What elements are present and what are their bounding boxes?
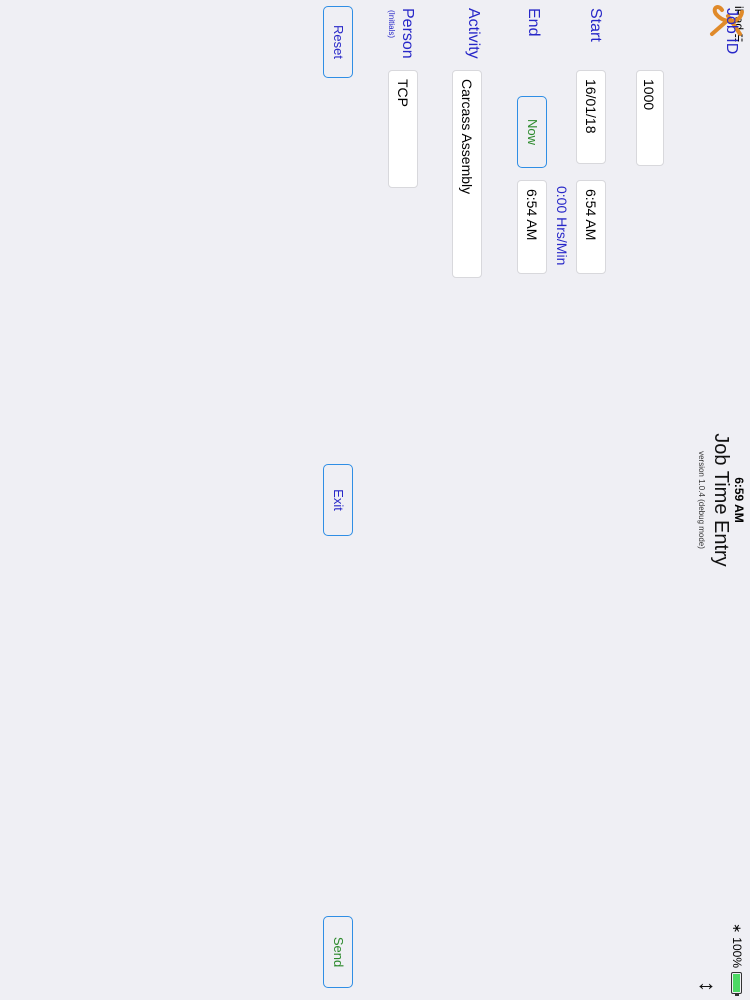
send-button[interactable]: Send	[323, 916, 353, 988]
version-label: version 1.0.4 (debug mode)	[697, 451, 706, 549]
person-sublabel: (Initials)	[387, 10, 396, 39]
start-time-field[interactable]: 6:54 AM	[576, 180, 606, 274]
battery-icon	[731, 972, 743, 994]
now-button[interactable]: Now	[517, 96, 547, 168]
person-field[interactable]: TCP	[388, 70, 418, 188]
start-label: Start	[587, 8, 604, 42]
bluetooth-icon: ∗	[730, 923, 744, 934]
app-screen: iPad ☵ 6:59 AM ∗ 100% Job Time Entry ver…	[0, 0, 750, 1000]
exit-button[interactable]: Exit	[323, 464, 353, 536]
expand-vertical-icon[interactable]: ↕	[694, 981, 720, 992]
person-label: Person	[399, 8, 416, 59]
start-date-field[interactable]: 16/01/18	[576, 70, 606, 164]
activity-label: Activity	[465, 8, 482, 59]
job-id-label: Job ID	[723, 8, 740, 55]
duration-readout: 0:00 Hrs/Min	[554, 186, 570, 266]
activity-field[interactable]: Carcass Assembly	[452, 70, 482, 278]
reset-button[interactable]: Reset	[323, 6, 353, 78]
page-title: Job Time Entry	[710, 433, 732, 567]
end-label: End	[525, 8, 542, 37]
battery-percentage: 100%	[730, 937, 744, 968]
end-time-field[interactable]: 6:54 AM	[517, 180, 547, 274]
job-id-field[interactable]: 1000	[636, 70, 664, 166]
